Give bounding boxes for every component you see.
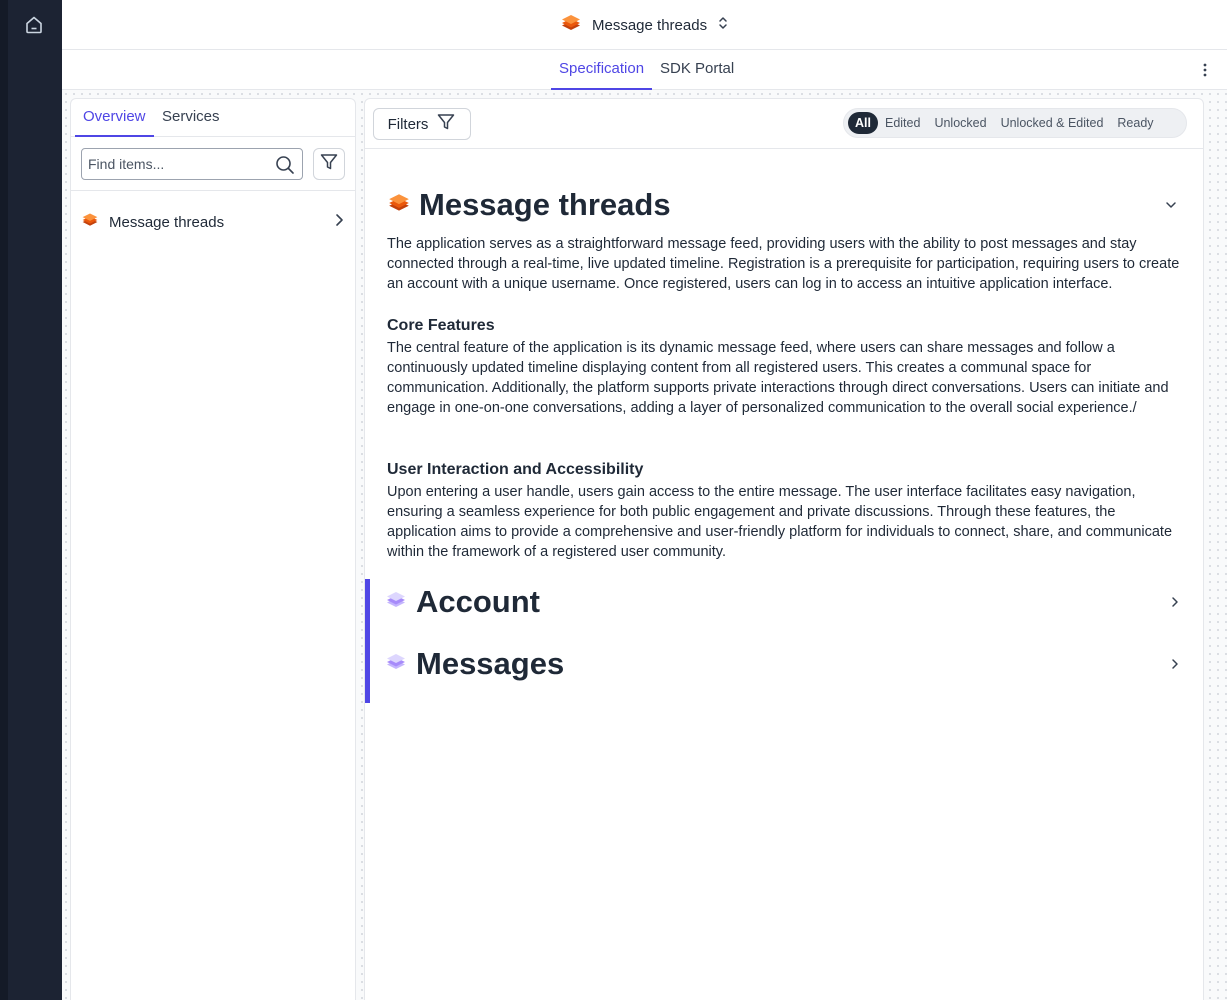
sidebar-panel: Overview Services Find items... Message … — [70, 98, 356, 1000]
status-filter-segmented: All Edited Unlocked Unlocked & Edited Re… — [843, 108, 1187, 138]
filters-label: Filters — [387, 115, 429, 133]
tab-overview[interactable]: Overview — [75, 99, 154, 137]
search-icon[interactable] — [275, 155, 295, 175]
spec-panel: Filters All Edited Unlocked Unlocked & E… — [364, 98, 1204, 1000]
filters-button[interactable]: Filters — [373, 108, 471, 140]
search-row — [81, 148, 347, 182]
segment-all[interactable]: All — [848, 112, 878, 134]
stack-purple-icon — [385, 651, 407, 678]
group-title: Account — [416, 584, 540, 619]
stack-orange-icon — [387, 191, 411, 220]
spec-intro: The application serves as a straightforw… — [387, 236, 1180, 292]
kebab-icon[interactable] — [1197, 61, 1213, 79]
project-name: Message threads — [592, 16, 708, 34]
sidebar-divider — [71, 190, 355, 191]
sidebar-item-message-threads[interactable]: Message threads — [81, 209, 345, 235]
tab-services[interactable]: Services — [154, 99, 228, 137]
group-title: Messages — [416, 646, 565, 681]
filter-icon — [319, 152, 339, 177]
spec-header: Message threads — [387, 185, 1183, 225]
chevron-updown-icon — [717, 15, 729, 36]
tab-sdk-portal[interactable]: SDK Portal — [652, 50, 742, 90]
app-rail — [0, 0, 62, 1000]
project-switcher[interactable]: Message threads — [560, 13, 729, 37]
section-heading-core-features: Core Features — [387, 317, 495, 334]
section-body-user-interaction: Upon entering a user handle, users gain … — [387, 484, 1173, 560]
search-input[interactable] — [88, 153, 268, 175]
top-bar: Message threads — [62, 0, 1227, 50]
view-tabs: Specification SDK Portal — [62, 50, 1227, 90]
section-heading-user-interaction: User Interaction and Accessibility — [387, 461, 644, 478]
chevron-right-icon — [1167, 594, 1183, 610]
sidebar-tabs: Overview Services — [71, 99, 355, 137]
segment-unlocked-edited[interactable]: Unlocked & Edited — [994, 112, 1111, 134]
sidebar-item-label: Message threads — [109, 213, 225, 231]
page-title: Message threads — [419, 187, 671, 222]
stack-orange-icon — [81, 211, 99, 234]
stack-purple-icon — [385, 589, 407, 616]
chevron-right-icon — [1167, 656, 1183, 672]
segment-unlocked[interactable]: Unlocked — [927, 112, 993, 134]
group-account[interactable]: Account — [385, 582, 1185, 622]
group-selection-bar — [365, 579, 370, 703]
segment-ready[interactable]: Ready — [1110, 112, 1160, 134]
spec-toolbar: Filters All Edited Unlocked Unlocked & E… — [365, 99, 1203, 149]
search-box — [81, 148, 303, 180]
chevron-right-icon — [333, 213, 345, 232]
home-icon[interactable] — [22, 13, 46, 37]
tab-specification[interactable]: Specification — [551, 50, 653, 90]
chevron-down-icon[interactable] — [1163, 197, 1179, 213]
group-messages[interactable]: Messages — [385, 644, 1185, 684]
stack-orange-icon — [560, 12, 582, 39]
section-body-core-features: The central feature of the application i… — [387, 340, 1169, 416]
filter-icon — [436, 112, 456, 136]
sidebar-filter-button[interactable] — [313, 148, 345, 180]
segment-edited[interactable]: Edited — [878, 112, 927, 134]
rail-edge — [0, 0, 8, 1000]
